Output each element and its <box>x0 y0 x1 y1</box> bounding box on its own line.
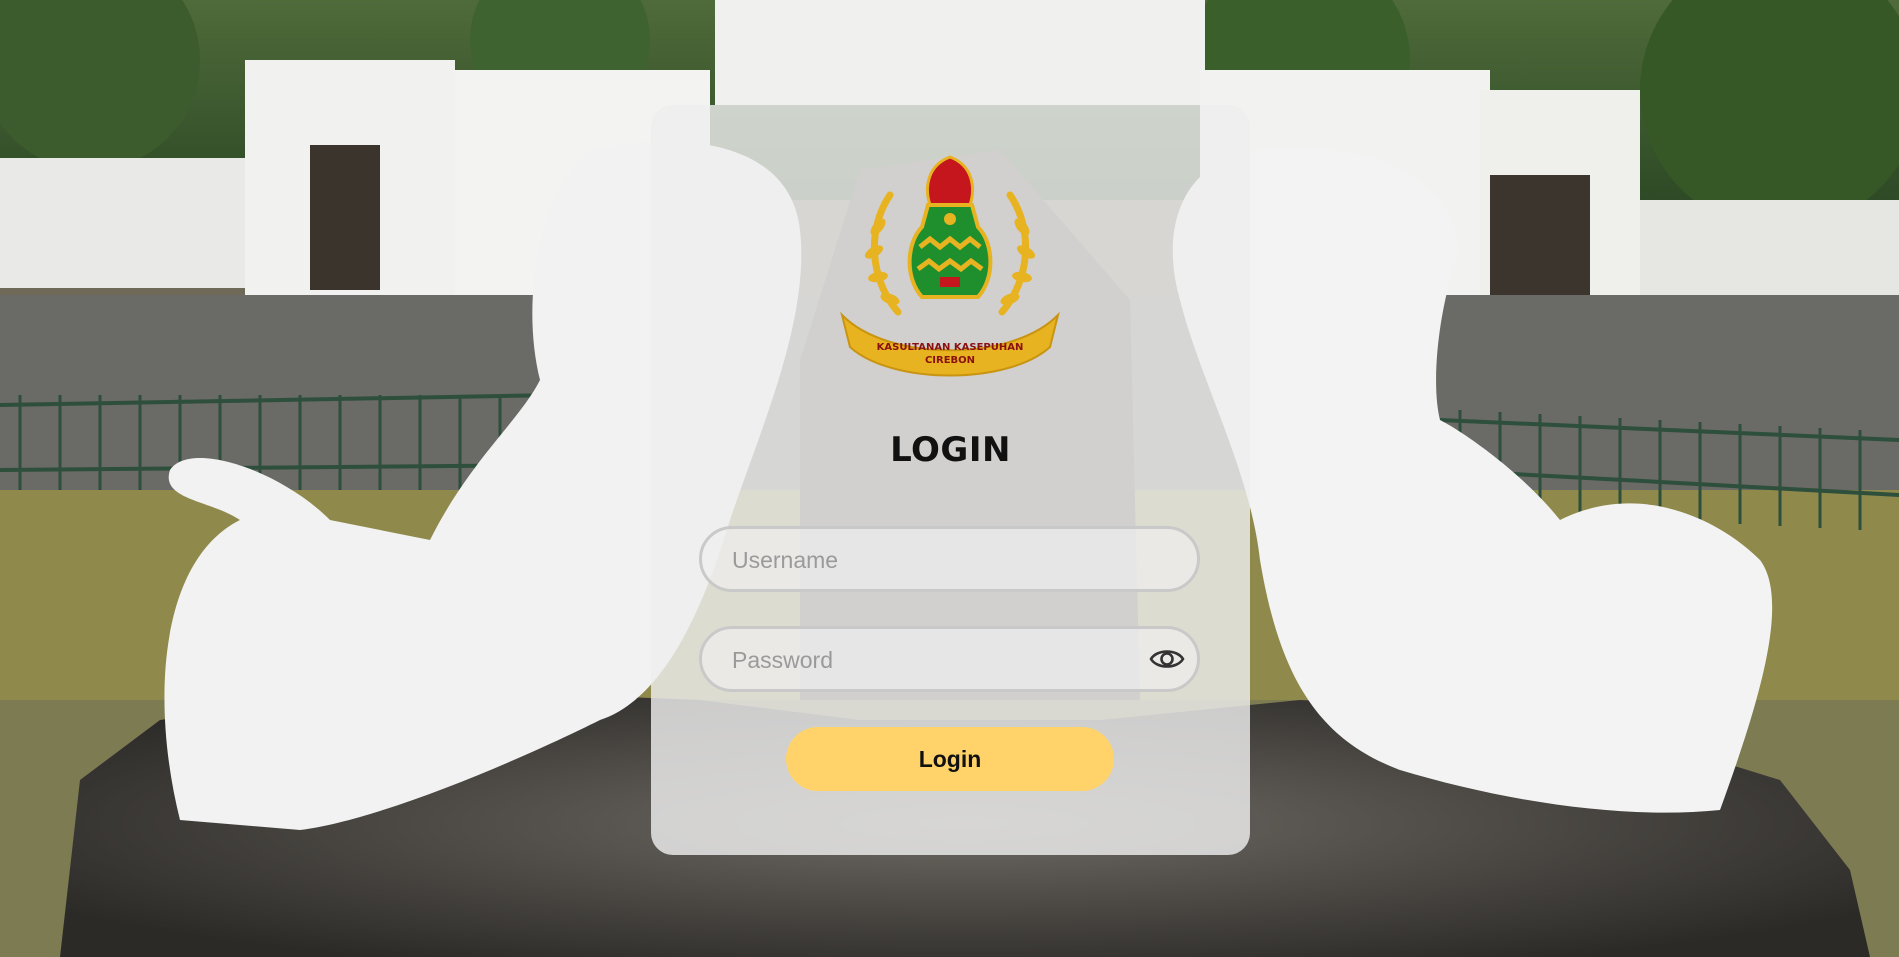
login-button[interactable]: Login <box>786 727 1114 791</box>
login-card: KASULTANAN KASEPUHAN CIREBON LOGIN Login <box>651 105 1250 855</box>
password-input[interactable] <box>730 629 1134 691</box>
kasultanan-logo: KASULTANAN KASEPUHAN CIREBON <box>828 147 1072 387</box>
login-title: LOGIN <box>890 430 1011 470</box>
password-field[interactable] <box>699 626 1200 692</box>
username-field[interactable] <box>699 526 1200 592</box>
eye-icon[interactable] <box>1149 644 1185 674</box>
logo-emblem: KASULTANAN KASEPUHAN CIREBON <box>840 155 1060 377</box>
logo-ribbon-text-2: CIREBON <box>925 355 975 366</box>
username-input[interactable] <box>730 529 1134 591</box>
logo-ribbon-text-1: KASULTANAN KASEPUHAN <box>877 342 1024 353</box>
